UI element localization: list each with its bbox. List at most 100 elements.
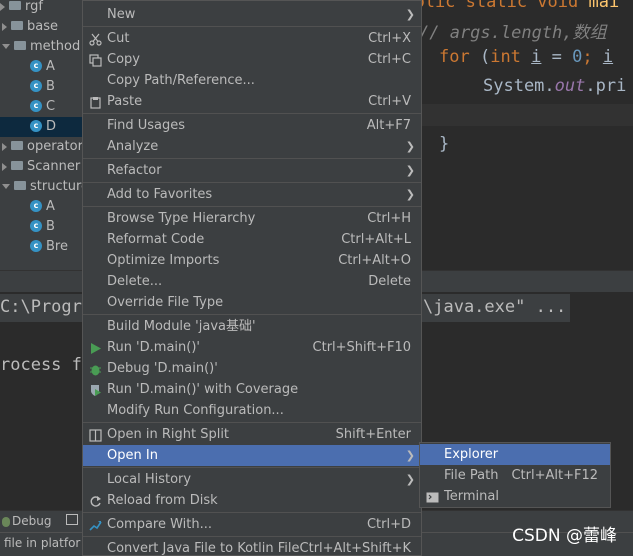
menu-item-shortcut: Ctrl+Alt+L (341, 232, 411, 247)
java-class-icon: c (30, 239, 42, 252)
menu-item-label: Run 'D.main()' (107, 340, 200, 355)
tree-item[interactable]: cB (0, 217, 82, 237)
menu-item-browse-type-hierarchy[interactable]: Browse Type Hierarchy Ctrl+H (83, 208, 421, 229)
java-class-icon: c (30, 199, 42, 212)
code-line-5: } (439, 134, 450, 154)
run-output-text: rocess f (0, 355, 82, 375)
folder-icon (11, 161, 23, 170)
tree-item-label: Bre (46, 239, 68, 254)
menu-separator (83, 422, 421, 423)
menu-item-delete[interactable]: Delete... Delete (83, 271, 421, 292)
status-text: file in platfor (4, 536, 81, 550)
menu-item-label: Copy (107, 52, 140, 67)
menu-item-copy-path-reference[interactable]: Copy Path/Reference... (83, 70, 421, 91)
tree-item-label: B (46, 79, 55, 94)
code-line-2: // args.length,数组 (419, 23, 607, 43)
menu-item-shortcut: Alt+F7 (366, 118, 411, 133)
java-class-icon: c (30, 59, 42, 72)
menu-item-shortcut: Ctrl+X (368, 31, 411, 46)
tree-item[interactable]: cA (0, 57, 82, 77)
tree-item[interactable]: method (0, 37, 82, 57)
code-line-1: public static void mai (394, 0, 620, 12)
menu-item-build-module-java[interactable]: Build Module 'java基础' (83, 316, 421, 337)
java-class-icon: c (30, 219, 42, 232)
menu-item-label: Analyze (107, 139, 159, 154)
menu-item-analyze[interactable]: Analyze ❯ (83, 136, 421, 157)
copy-icon (89, 53, 102, 67)
menu-item-shortcut: Ctrl+Shift+F10 (312, 340, 411, 355)
menu-item-label: Reformat Code (107, 232, 205, 247)
menu-item-shortcut: Ctrl+Alt+Shift+K (299, 541, 411, 556)
chevron-down-icon[interactable] (2, 184, 10, 189)
menu-item-compare-with[interactable]: Compare With... Ctrl+D (83, 514, 421, 535)
menu-separator (83, 158, 421, 159)
tree-item[interactable]: rgf (0, 0, 82, 17)
menu-item-local-history[interactable]: Local History ❯ (83, 469, 421, 490)
menu-item-label: Override File Type (107, 295, 224, 310)
menu-item-new[interactable]: New ❯ (83, 4, 421, 25)
tree-item[interactable]: cA (0, 197, 82, 217)
tree-item-label: D (46, 119, 57, 134)
tree-item-label: Scanner (27, 159, 81, 174)
menu-item-label: Paste (107, 94, 143, 109)
debug-icon (89, 362, 102, 376)
folder-icon (11, 141, 23, 150)
menu-item-label: Open in Right Split (107, 427, 230, 442)
menu-item-label: Local History (107, 472, 192, 487)
menu-item-optimize-imports[interactable]: Optimize Imports Ctrl+Alt+O (83, 250, 421, 271)
bug-icon (2, 516, 10, 527)
menu-item-open-in[interactable]: Open In ❯ (83, 445, 421, 466)
menu-item-refactor[interactable]: Refactor ❯ (83, 160, 421, 181)
debug-tab[interactable]: Debug (2, 514, 51, 528)
menu-item-convert-java-file-to-kotlin-file[interactable]: Convert Java File to Kotlin File Ctrl+Alt… (83, 538, 421, 556)
chevron-right-icon[interactable] (0, 2, 5, 11)
menu-item-label: Refactor (107, 163, 162, 178)
menu-separator (83, 182, 421, 183)
menu-item-label: Optimize Imports (107, 253, 220, 268)
menu-item-run-d-main-with-coverage[interactable]: Run 'D.main()' with Coverage (83, 379, 421, 400)
chevron-right-icon[interactable] (2, 162, 7, 171)
menu-item-modify-run-configuration[interactable]: Modify Run Configuration... (83, 400, 421, 421)
menu-item-label: Modify Run Configuration... (107, 403, 284, 418)
menu-item-reload-from-disk[interactable]: Reload from Disk (83, 490, 421, 511)
menu-item-find-usages[interactable]: Find Usages Alt+F7 (83, 115, 421, 136)
submenu-item-explorer[interactable]: Explorer (420, 444, 610, 465)
menu-item-add-to-favorites[interactable]: Add to Favorites ❯ (83, 184, 421, 205)
chevron-right-icon: ❯ (405, 449, 415, 462)
menu-item-reformat-code[interactable]: Reformat Code Ctrl+Alt+L (83, 229, 421, 250)
tree-item[interactable]: structure (0, 177, 89, 197)
menu-item-shortcut: Ctrl+H (367, 211, 411, 226)
menu-item-paste[interactable]: Paste Ctrl+V (83, 91, 421, 112)
tree-item[interactable]: operator (0, 137, 83, 157)
tree-item-label: A (46, 199, 55, 214)
tree-item[interactable]: c Bre (0, 237, 82, 257)
folder-icon (9, 1, 21, 10)
menu-item-cut[interactable]: Cut Ctrl+X (83, 28, 421, 49)
menu-separator (83, 467, 421, 468)
menu-item-open-in-right-split[interactable]: Open in Right Split Shift+Enter (83, 424, 421, 445)
menu-item-label: Find Usages (107, 118, 186, 133)
terminal-tab-icon[interactable] (66, 514, 78, 528)
folder-icon (11, 21, 23, 30)
split-icon (89, 428, 102, 442)
menu-item-debug-d-main[interactable]: Debug 'D.main()' (83, 358, 421, 379)
chevron-down-icon[interactable] (2, 44, 10, 49)
submenu-item-file-path[interactable]: File Path Ctrl+Alt+F12 (420, 465, 610, 486)
menu-separator (83, 314, 421, 315)
tree-item[interactable]: cD (0, 117, 82, 137)
chevron-right-icon[interactable] (2, 22, 7, 31)
tree-item[interactable]: base (0, 17, 82, 37)
chevron-right-icon[interactable] (2, 142, 7, 151)
submenu-item-terminal[interactable]: Terminal (420, 486, 610, 507)
tree-item[interactable]: cC (0, 97, 82, 117)
run-command-text: C:\Progr (0, 297, 82, 317)
context-menu: New ❯ Cut Ctrl+X Copy Ctrl+C Copy Path/Referen… (82, 0, 422, 556)
menu-item-label: New (107, 7, 136, 22)
tree-item[interactable]: Scanner (0, 157, 82, 177)
menu-item-shortcut: Ctrl+V (368, 94, 411, 109)
menu-item-copy[interactable]: Copy Ctrl+C (83, 49, 421, 70)
tree-item[interactable]: cB (0, 77, 82, 97)
menu-item-run-d-main[interactable]: Run 'D.main()' Ctrl+Shift+F10 (83, 337, 421, 358)
code-line-4: System.out.pri (483, 76, 627, 96)
menu-item-override-file-type[interactable]: Override File Type (83, 292, 421, 313)
